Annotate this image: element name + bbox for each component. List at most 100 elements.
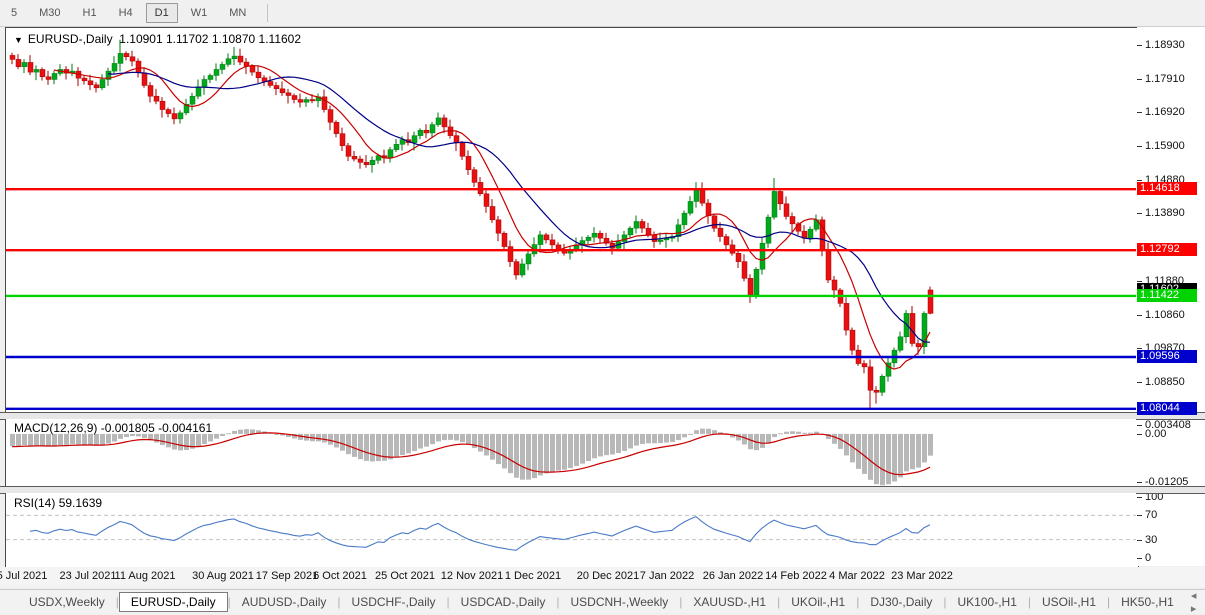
- rsi-chart-canvas[interactable]: [6, 493, 1136, 565]
- candle-body: [844, 303, 849, 330]
- macd-histogram-bar: [64, 434, 69, 445]
- macd-tick-label: 0.00: [1145, 428, 1166, 440]
- tab-xauusd-h1[interactable]: XAUUSD-,H1: [682, 593, 777, 611]
- macd-histogram-bar: [814, 432, 819, 434]
- timeframe-button-h4[interactable]: H4: [110, 3, 142, 23]
- macd-histogram-bar: [748, 434, 753, 449]
- candle-body: [430, 125, 435, 133]
- candle-body: [274, 85, 279, 88]
- macd-histogram-bar: [364, 434, 369, 461]
- macd-histogram-bar: [874, 434, 879, 484]
- tab-usdcnh-weekly[interactable]: USDCNH-,Weekly: [559, 593, 679, 611]
- candle-body: [178, 113, 183, 119]
- macd-histogram-bar: [568, 434, 573, 468]
- chart-symbol-label: EURUSD-,Daily: [28, 32, 113, 46]
- candle-body: [826, 250, 831, 280]
- tab-usdcad-daily[interactable]: USDCAD-,Daily: [450, 593, 557, 611]
- date-label: 30 Aug 2021: [192, 570, 254, 582]
- timeframe-button-mn[interactable]: MN: [220, 3, 255, 23]
- timeframe-button-w1[interactable]: W1: [182, 3, 217, 23]
- tab-eurusd-daily[interactable]: EURUSD-,Daily: [119, 592, 228, 612]
- tab-scroll-arrows[interactable]: ◂ ▸: [1191, 589, 1205, 615]
- macd-histogram-bar: [640, 434, 645, 444]
- level-price-tag: 1.14618: [1137, 182, 1197, 195]
- candle-body: [754, 269, 759, 295]
- candle-body: [346, 146, 351, 157]
- macd-histogram-bar: [28, 434, 33, 446]
- timeframe-toolbar: 5M30H1H4D1W1MN: [0, 0, 1205, 27]
- macd-histogram-bar: [796, 432, 801, 434]
- tab-dj30-daily[interactable]: DJ30-,Daily: [859, 593, 943, 611]
- tab-uk100-h1[interactable]: UK100-,H1: [947, 593, 1028, 611]
- price-tick-mark: [1137, 79, 1142, 80]
- candle-body: [388, 150, 393, 158]
- macd-histogram-bar: [832, 434, 837, 444]
- macd-histogram-bar: [442, 434, 447, 440]
- timeframe-button-h1[interactable]: H1: [74, 3, 106, 23]
- macd-histogram-bar: [82, 434, 87, 445]
- macd-histogram-bar: [166, 434, 171, 447]
- date-label: 12 Nov 2021: [441, 570, 503, 582]
- candle-body: [118, 53, 123, 63]
- candle-body: [28, 62, 33, 72]
- macd-histogram-bar: [562, 434, 567, 470]
- rsi-tick-mark: [1137, 540, 1142, 541]
- macd-histogram-bar: [208, 434, 213, 441]
- macd-histogram-bar: [490, 434, 495, 460]
- candle-body: [460, 143, 465, 156]
- macd-histogram-bar: [502, 434, 507, 469]
- timeframe-button-5[interactable]: 5: [2, 3, 26, 23]
- tab-ukoil-h1[interactable]: UKOil-,H1: [780, 593, 856, 611]
- level-price-tag: 1.08044: [1137, 402, 1197, 415]
- macd-tick-mark: [1137, 425, 1142, 426]
- price-chart-canvas[interactable]: [6, 28, 1136, 412]
- candle-body: [442, 118, 447, 127]
- candle-body: [520, 264, 525, 275]
- tab-audusd-daily[interactable]: AUDUSD-,Daily: [231, 593, 338, 611]
- price-tick-mark: [1137, 45, 1142, 46]
- macd-histogram-bar: [172, 434, 177, 450]
- date-label: 14 Feb 2022: [765, 570, 827, 582]
- chart-symbol-dropdown-icon: ▼: [14, 35, 23, 45]
- date-label: 26 Jan 2022: [703, 570, 764, 582]
- candle-body: [586, 237, 591, 240]
- candle-body: [658, 240, 663, 242]
- macd-histogram-bar: [454, 434, 459, 441]
- date-label: 5 Jul 2021: [0, 570, 47, 582]
- macd-histogram-bar: [406, 434, 411, 453]
- macd-histogram-bar: [514, 434, 519, 478]
- macd-histogram-bar: [370, 434, 375, 462]
- rsi-tick-mark: [1137, 558, 1142, 559]
- candle-body: [646, 228, 651, 235]
- macd-histogram-bar: [112, 434, 117, 442]
- level-price-tag: 1.09596: [1137, 350, 1197, 363]
- tab-usdchf-daily[interactable]: USDCHF-,Daily: [341, 593, 447, 611]
- candle-body: [310, 100, 315, 101]
- tab-usdx-weekly[interactable]: USDX,Weekly: [18, 593, 116, 611]
- macd-histogram-bar: [244, 429, 249, 434]
- candle-body: [172, 114, 177, 119]
- macd-histogram-bar: [202, 434, 207, 444]
- timeframe-button-m30[interactable]: M30: [30, 3, 69, 23]
- candle-body: [52, 73, 57, 79]
- candle-body: [652, 235, 657, 242]
- date-label: 23 Jul 2021: [60, 570, 117, 582]
- candle-body: [46, 77, 51, 80]
- tab-usoil-h1[interactable]: USOil-,H1: [1031, 593, 1107, 611]
- macd-histogram-bar: [436, 434, 441, 441]
- candle-body: [202, 79, 207, 86]
- macd-histogram-bar: [550, 434, 555, 472]
- chart-ohlc-values: 1.10901 1.11702 1.10870 1.11602: [119, 32, 301, 46]
- candle-body: [238, 56, 243, 62]
- candle-body: [130, 57, 135, 61]
- candle-body: [34, 69, 39, 72]
- tab-hk50-h1[interactable]: HK50-,H1: [1110, 593, 1185, 611]
- macd-histogram-bar: [868, 434, 873, 480]
- macd-histogram-bar: [358, 434, 363, 459]
- candle-body: [196, 87, 201, 96]
- macd-histogram-bar: [400, 434, 405, 455]
- timeframe-button-d1[interactable]: D1: [146, 3, 178, 23]
- time-axis[interactable]: 5 Jul 202123 Jul 202111 Aug 202130 Aug 2…: [0, 567, 1205, 587]
- candle-body: [484, 194, 489, 207]
- price-tick-label: 1.17910: [1145, 73, 1185, 85]
